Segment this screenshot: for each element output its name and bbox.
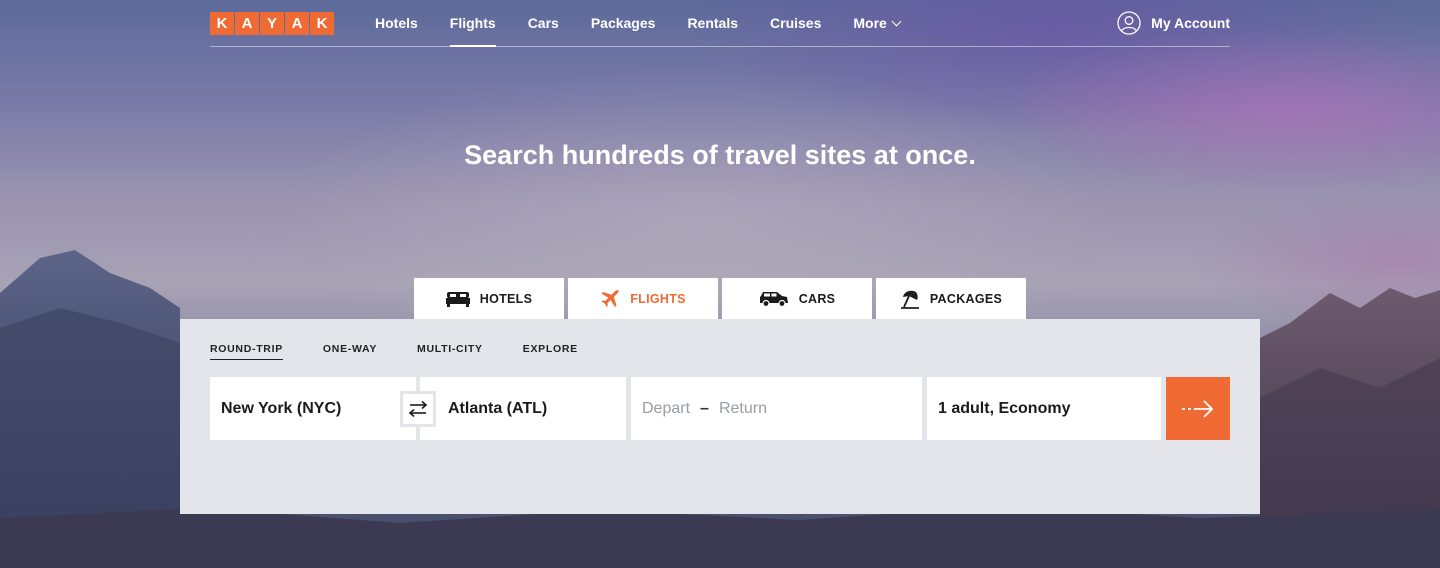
destination-value: Atlanta (ATL)	[448, 399, 548, 417]
logo-letter: A	[285, 12, 309, 35]
origin-field[interactable]: New York (NYC)	[210, 377, 416, 440]
depart-placeholder: Depart	[642, 399, 691, 417]
nav-rentals[interactable]: Rentals	[687, 0, 738, 47]
destination-field[interactable]: Atlanta (ATL)	[420, 377, 626, 440]
my-account-label: My Account	[1151, 15, 1230, 31]
user-icon	[1117, 11, 1141, 35]
kayak-logo[interactable]: K A Y A K	[210, 12, 334, 35]
tab-hotels[interactable]: HOTELS	[414, 278, 564, 319]
nav-cruises[interactable]: Cruises	[770, 0, 821, 47]
logo-letter: A	[235, 12, 259, 35]
trip-type-multi-city[interactable]: MULTI-CITY	[417, 343, 483, 360]
chevron-down-icon	[891, 16, 902, 27]
tab-label: HOTELS	[479, 291, 533, 306]
car-icon	[759, 291, 788, 307]
origin-value: New York (NYC)	[221, 399, 342, 417]
bed-icon	[445, 291, 470, 307]
logo-letter: K	[310, 12, 334, 35]
nav-hotels[interactable]: Hotels	[375, 0, 418, 47]
my-account-link[interactable]: My Account	[1117, 11, 1230, 35]
date-range-field[interactable]: Depart – Return	[631, 377, 922, 440]
tab-flights[interactable]: FLIGHTS	[568, 278, 718, 319]
top-navigation: K A Y A K Hotels Flights Cars Packages R…	[210, 0, 1230, 47]
logo-letter: Y	[260, 12, 284, 35]
trip-type-explore[interactable]: EXPLORE	[523, 343, 578, 360]
hero-headline: Search hundreds of travel sites at once.	[464, 140, 976, 170]
swap-locations-button[interactable]	[400, 391, 436, 427]
tab-label: CARS	[798, 291, 836, 306]
travelers-value: 1 adult, Economy	[938, 399, 1071, 417]
nav-more[interactable]: More	[853, 0, 902, 47]
tab-cars[interactable]: CARS	[722, 278, 872, 319]
trip-type-round-trip[interactable]: ROUND-TRIP	[210, 343, 283, 360]
return-placeholder: Return	[718, 399, 767, 417]
trip-type-one-way[interactable]: ONE-WAY	[323, 343, 377, 360]
tab-label: PACKAGES	[929, 291, 1003, 306]
nav-packages[interactable]: Packages	[591, 0, 656, 47]
tab-packages[interactable]: PACKAGES	[876, 278, 1026, 319]
logo-letter: K	[210, 12, 234, 35]
nav-flights[interactable]: Flights	[449, 0, 496, 47]
arrow-right-icon	[1182, 399, 1214, 418]
trip-type-selector: ROUND-TRIP ONE-WAY MULTI-CITY EXPLORE	[210, 343, 618, 360]
tab-label: FLIGHTS	[630, 291, 686, 306]
main-nav: Hotels Flights Cars Packages Rentals Cru…	[375, 0, 932, 47]
swap-icon	[408, 400, 428, 418]
nav-cars[interactable]: Cars	[528, 0, 559, 47]
beach-umbrella-icon	[900, 290, 919, 309]
travelers-cabin-field[interactable]: 1 adult, Economy	[927, 377, 1161, 440]
search-button[interactable]	[1166, 377, 1230, 440]
plane-icon	[601, 289, 619, 307]
date-separator: –	[700, 399, 709, 417]
search-tabs: HOTELS FLIGHTS CARS PACKAGES	[414, 278, 1026, 319]
flight-search-panel: ROUND-TRIP ONE-WAY MULTI-CITY EXPLORE Ne…	[180, 319, 1260, 514]
nav-more-label: More	[853, 15, 887, 31]
